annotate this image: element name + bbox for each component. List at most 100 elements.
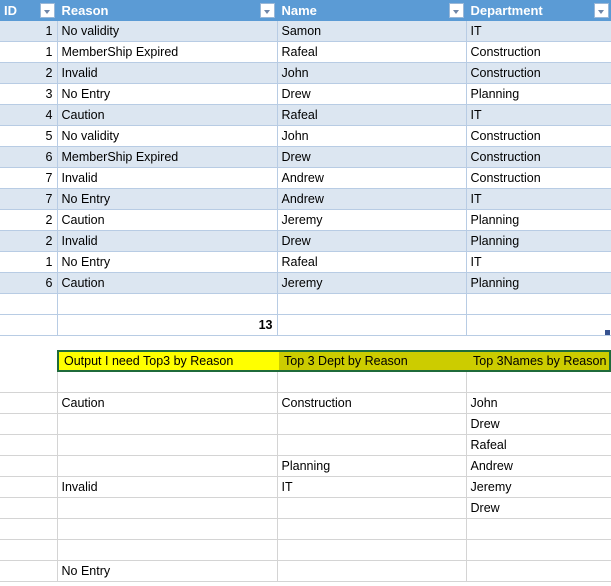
output-cell-name[interactable]: Construction (277, 392, 467, 414)
cell-department[interactable]: Planning (466, 230, 611, 252)
output-cell-id[interactable] (0, 539, 58, 561)
cell-name[interactable]: Jeremy (277, 272, 467, 294)
cell-name[interactable]: Rafeal (277, 104, 467, 126)
output-cell-id[interactable] (0, 413, 58, 435)
output-cell-department[interactable]: Andrew (466, 455, 611, 477)
cell-reason[interactable]: Caution (57, 272, 278, 294)
output-cell-department[interactable]: Drew (466, 413, 611, 435)
cell-name[interactable]: Samon (277, 21, 467, 42)
cell-id[interactable]: 3 (0, 83, 58, 105)
table-row[interactable]: 1 MemberShip Expired Rafeal Construction (0, 41, 611, 63)
column-header-department[interactable]: Department (466, 0, 611, 21)
output-cell-name[interactable]: Planning (277, 455, 467, 477)
cell-id[interactable]: 7 (0, 188, 58, 210)
output-cell-reason[interactable]: Caution (57, 392, 278, 414)
output-cell-name[interactable] (277, 413, 467, 435)
output-row[interactable]: Planning Andrew (0, 455, 611, 477)
output-cell-name[interactable] (277, 372, 467, 393)
output-row[interactable] (0, 518, 611, 540)
output-cell-name[interactable] (277, 497, 467, 519)
cell-reason[interactable]: Caution (57, 209, 278, 231)
output-cell-department[interactable]: Jeremy (466, 476, 611, 498)
output-cell-reason[interactable] (57, 518, 278, 540)
table-row[interactable]: 5 No validity John Construction (0, 125, 611, 147)
cell-id[interactable]: 1 (0, 21, 58, 42)
output-cell-reason[interactable]: No Entry (57, 560, 278, 582)
output-cell-id[interactable] (0, 392, 58, 414)
output-row[interactable] (0, 539, 611, 561)
cell-name[interactable]: Drew (277, 83, 467, 105)
output-cell-reason[interactable] (57, 539, 278, 561)
cell-department[interactable]: Planning (466, 209, 611, 231)
cell-department[interactable]: IT (466, 251, 611, 273)
output-row[interactable] (0, 372, 611, 393)
output-cell-id[interactable] (0, 434, 58, 456)
cell-reason[interactable]: No Entry (57, 83, 278, 105)
total-cell-name[interactable] (277, 314, 467, 336)
cell-reason[interactable]: Invalid (57, 62, 278, 84)
cell-name[interactable]: Andrew (277, 167, 467, 189)
table-row[interactable]: 2 Invalid John Construction (0, 62, 611, 84)
output-cell-id[interactable] (0, 372, 58, 393)
cell-reason[interactable]: No Entry (57, 188, 278, 210)
total-cell-id[interactable] (0, 314, 58, 336)
cell-department[interactable]: Planning (466, 272, 611, 294)
table-row[interactable]: 1 No validity Samon IT (0, 21, 611, 42)
table-row[interactable]: 7 Invalid Andrew Construction (0, 167, 611, 189)
filter-dropdown-icon-id[interactable] (39, 3, 55, 18)
cell-name[interactable]: John (277, 125, 467, 147)
cell-reason[interactable]: No validity (57, 21, 278, 42)
output-cell-reason[interactable] (57, 413, 278, 435)
output-cell-reason[interactable] (57, 372, 278, 393)
cell-reason[interactable]: No Entry (57, 251, 278, 273)
cell-id[interactable]: 7 (0, 167, 58, 189)
output-cell-reason[interactable] (57, 497, 278, 519)
cell-reason[interactable]: Invalid (57, 167, 278, 189)
output-cell-department[interactable] (466, 518, 611, 540)
cell-empty[interactable] (277, 293, 467, 315)
column-header-name[interactable]: Name (277, 0, 467, 21)
cell-id[interactable]: 4 (0, 104, 58, 126)
output-cell-id[interactable] (0, 560, 58, 582)
cell-name[interactable]: John (277, 62, 467, 84)
cell-department[interactable]: Planning (466, 83, 611, 105)
output-row[interactable]: Invalid IT Jeremy (0, 476, 611, 498)
cell-name[interactable]: Drew (277, 230, 467, 252)
cell-name[interactable]: Rafeal (277, 41, 467, 63)
cell-empty[interactable] (466, 293, 611, 315)
output-cell-department[interactable] (466, 372, 611, 393)
filter-dropdown-icon-reason[interactable] (259, 3, 275, 18)
output-cell-department[interactable]: Drew (466, 497, 611, 519)
cell-department[interactable]: Construction (466, 125, 611, 147)
cell-department[interactable]: Construction (466, 167, 611, 189)
cell-reason[interactable]: Caution (57, 104, 278, 126)
table-row[interactable]: 3 No Entry Drew Planning (0, 83, 611, 105)
table-row[interactable]: 2 Invalid Drew Planning (0, 230, 611, 252)
output-cell-department[interactable]: John (466, 392, 611, 414)
cell-reason[interactable]: No validity (57, 125, 278, 147)
cell-id[interactable]: 2 (0, 209, 58, 231)
output-cell-id[interactable] (0, 518, 58, 540)
output-banner[interactable]: Output I need Top3 by Reason Top 3 Dept … (57, 350, 611, 372)
cell-name[interactable]: Jeremy (277, 209, 467, 231)
cell-empty[interactable] (0, 293, 58, 315)
output-cell-department[interactable]: Rafeal (466, 434, 611, 456)
output-row[interactable]: Rafeal (0, 434, 611, 456)
cell-id[interactable]: 6 (0, 146, 58, 168)
table-row[interactable]: 6 Caution Jeremy Planning (0, 272, 611, 294)
cell-id[interactable]: 2 (0, 62, 58, 84)
output-cell-department[interactable] (466, 539, 611, 561)
output-cell-reason[interactable] (57, 455, 278, 477)
output-row[interactable]: Caution Construction John (0, 392, 611, 414)
cell-empty[interactable] (57, 293, 278, 315)
output-cell-id[interactable] (0, 497, 58, 519)
table-total-row[interactable]: 13 (0, 314, 611, 336)
total-cell-reason[interactable]: 13 (57, 314, 278, 336)
output-cell-name[interactable]: IT (277, 476, 467, 498)
table-row-empty[interactable] (0, 293, 611, 315)
cell-name[interactable]: Rafeal (277, 251, 467, 273)
output-row[interactable]: No Entry (0, 560, 611, 582)
column-header-reason[interactable]: Reason (57, 0, 278, 21)
cell-id[interactable]: 5 (0, 125, 58, 147)
table-row[interactable]: 1 No Entry Rafeal IT (0, 251, 611, 273)
